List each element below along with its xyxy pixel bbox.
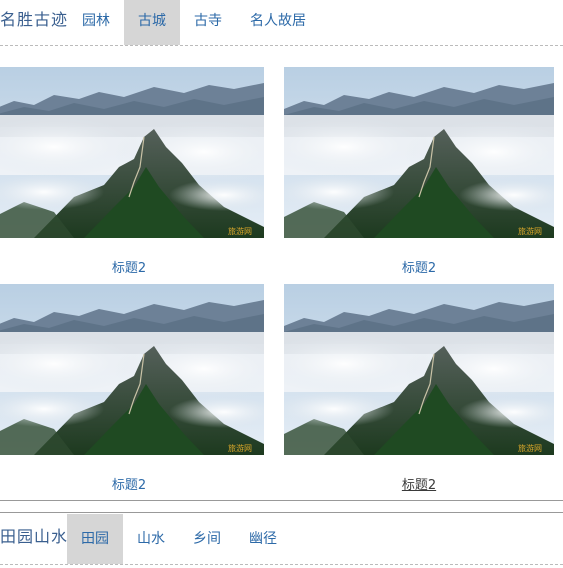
tab-rural[interactable]: 乡间 bbox=[179, 514, 235, 564]
svg-text:旅游网: 旅游网 bbox=[228, 443, 252, 453]
card-caption[interactable]: 标题2 bbox=[0, 474, 264, 493]
tab-fields[interactable]: 田园 bbox=[67, 514, 123, 564]
mountain-landscape-image: 旅游网 bbox=[284, 284, 554, 455]
thumbnail-image[interactable]: 旅游网 bbox=[0, 67, 264, 238]
svg-text:旅游网: 旅游网 bbox=[228, 226, 252, 236]
tab-secluded-path[interactable]: 幽径 bbox=[235, 514, 291, 564]
section-header-scenic-spots: 名胜古迹 园林 古城 古寺 名人故居 bbox=[0, 0, 563, 46]
svg-text:旅游网: 旅游网 bbox=[518, 443, 542, 453]
tab-landscape[interactable]: 山水 bbox=[123, 514, 179, 564]
section-title: 名胜古迹 bbox=[0, 10, 69, 29]
tab-gardens[interactable]: 园林 bbox=[68, 0, 124, 45]
gallery-card: 旅游网 标题2 bbox=[0, 284, 264, 493]
thumbnail-image[interactable]: 旅游网 bbox=[0, 284, 264, 455]
tab-bar: 田园 山水 乡间 幽径 bbox=[67, 514, 291, 564]
mountain-landscape-image: 旅游网 bbox=[0, 284, 264, 455]
gallery-card: 旅游网 标题2 bbox=[0, 67, 264, 276]
tab-ancient-city[interactable]: 古城 bbox=[124, 0, 180, 45]
svg-text:旅游网: 旅游网 bbox=[518, 226, 542, 236]
section-header-countryside: 田园山水 田园 山水 乡间 幽径 bbox=[0, 513, 563, 565]
gallery-card: 旅游网 标题2 bbox=[284, 67, 554, 276]
thumbnail-image[interactable]: 旅游网 bbox=[284, 67, 554, 238]
thumbnail-image[interactable]: 旅游网 bbox=[284, 284, 554, 455]
card-caption[interactable]: 标题2 bbox=[284, 257, 554, 276]
image-gallery: 旅游网 标题2 旅游网 标题2 旅游网 标题2 旅游网 标题2 bbox=[0, 67, 563, 495]
card-caption[interactable]: 标题2 bbox=[0, 257, 264, 276]
divider bbox=[0, 500, 563, 501]
tab-ancient-temples[interactable]: 古寺 bbox=[180, 0, 236, 45]
tab-former-residences[interactable]: 名人故居 bbox=[236, 0, 320, 45]
section-title: 田园山水 bbox=[0, 527, 69, 546]
mountain-landscape-image: 旅游网 bbox=[0, 67, 264, 238]
tab-bar: 园林 古城 古寺 名人故居 bbox=[68, 0, 320, 45]
card-caption[interactable]: 标题2 bbox=[284, 474, 554, 493]
mountain-landscape-image: 旅游网 bbox=[284, 67, 554, 238]
gallery-card: 旅游网 标题2 bbox=[284, 284, 554, 493]
